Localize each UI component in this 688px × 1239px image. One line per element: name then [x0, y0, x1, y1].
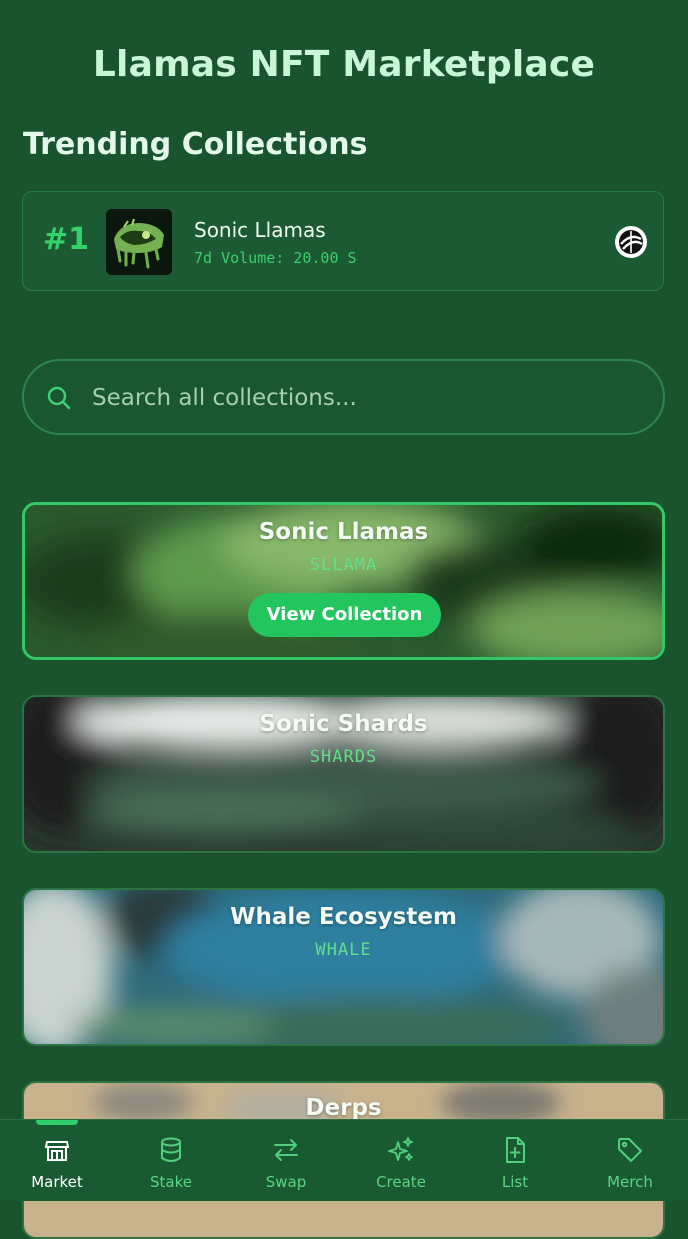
collection-symbol: WHALE	[315, 940, 372, 960]
trending-volume: 7d Volume: 20.00 S	[194, 249, 357, 267]
sparkles-icon	[388, 1137, 413, 1161]
search-icon	[47, 386, 71, 410]
sonic-chain-icon	[615, 226, 647, 258]
database-icon	[161, 1137, 181, 1162]
page-title: Llamas NFT Marketplace	[92, 44, 596, 85]
search-bar[interactable]	[22, 359, 665, 435]
collection-name: Derps	[305, 1095, 382, 1121]
nav-item-merch[interactable]: Merch	[573, 1120, 687, 1201]
nav-item-create[interactable]: Create	[344, 1120, 458, 1201]
tag-icon	[618, 1138, 642, 1162]
nav-label: Swap	[265, 1173, 307, 1191]
trending-item[interactable]: #1 Sonic Llamas 7d Volume: 20.00 S	[22, 191, 664, 291]
file-plus-icon	[506, 1137, 525, 1163]
bottom-nav: Market Stake Swap Create List Merch	[0, 1119, 688, 1201]
collection-name: Sonic Shards	[259, 711, 428, 737]
nav-label: Stake	[150, 1173, 192, 1191]
swap-arrows-icon	[274, 1139, 298, 1161]
collection-name: Whale Ecosystem	[230, 904, 457, 930]
nav-item-list[interactable]: List	[458, 1120, 572, 1201]
active-tab-indicator	[36, 1120, 78, 1125]
nav-label: Market	[31, 1173, 83, 1191]
storefront-icon	[44, 1141, 70, 1161]
trending-collection-name: Sonic Llamas	[194, 218, 326, 242]
view-collection-button[interactable]: View Collection	[248, 593, 441, 637]
nav-label: List	[501, 1173, 529, 1191]
collection-card-whale-ecosystem[interactable]: Whale Ecosystem WHALE	[22, 888, 665, 1046]
nav-item-stake[interactable]: Stake	[114, 1120, 228, 1201]
collection-name: Sonic Llamas	[258, 519, 429, 545]
collection-symbol: SLLAMA	[309, 555, 378, 575]
search-input[interactable]	[90, 361, 643, 434]
trending-section-title: Trending Collections	[23, 127, 368, 162]
nav-item-market[interactable]: Market	[0, 1120, 114, 1201]
nav-label: Merch	[607, 1173, 653, 1191]
collection-symbol: SHARDS	[309, 747, 378, 767]
collection-card-sonic-shards[interactable]: Sonic Shards SHARDS	[22, 695, 665, 853]
collection-thumbnail	[106, 209, 172, 275]
nav-label: Create	[376, 1173, 426, 1191]
nav-item-swap[interactable]: Swap	[229, 1120, 343, 1201]
trending-rank: #1	[43, 222, 90, 257]
collection-card-sonic-llamas[interactable]: Sonic Llamas SLLAMA View Collection	[22, 502, 665, 660]
